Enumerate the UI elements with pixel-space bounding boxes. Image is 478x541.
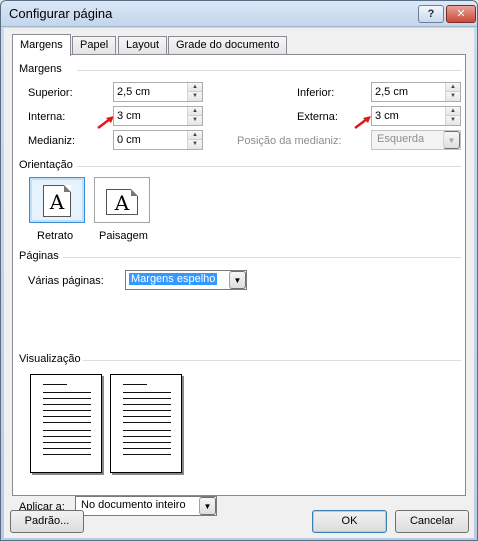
medianiz-value: 0 cm: [117, 134, 141, 146]
dialog-client: Margens Papel Layout Grade do documento …: [4, 28, 474, 538]
title-bar: Configurar página ? ✕: [1, 1, 477, 27]
chevron-down-icon: ▼: [443, 131, 460, 149]
externa-spin-arrows: ▲ ▼: [445, 107, 460, 125]
preview-page-right: [110, 374, 182, 473]
superior-value: 2,5 cm: [117, 86, 151, 98]
superior-spinner[interactable]: 2,5 cm ▲ ▼: [113, 82, 203, 102]
posicao-medianiz-select: Esquerda ▼: [371, 130, 461, 150]
apply-to-value: No documento inteiro: [81, 499, 186, 511]
spin-down-icon[interactable]: ▼: [446, 92, 460, 101]
inferior-value: 2,5 cm: [375, 86, 409, 98]
externa-label: Externa:: [297, 111, 338, 123]
inferior-spin-arrows: ▲ ▼: [445, 83, 460, 101]
close-button[interactable]: ✕: [446, 5, 476, 23]
tab-layout[interactable]: Layout: [118, 36, 168, 55]
interna-spin-arrows: ▲ ▼: [187, 107, 202, 125]
inferior-label: Inferior:: [297, 87, 335, 99]
red-arrow-icon: [354, 116, 371, 129]
portrait-button[interactable]: A: [29, 177, 85, 223]
interna-spinner[interactable]: 3 cm ▲ ▼: [113, 106, 203, 126]
window-title: Configurar página: [9, 6, 113, 21]
spin-down-icon[interactable]: ▼: [446, 116, 460, 125]
apply-to-select[interactable]: No documento inteiro ▼: [75, 496, 217, 516]
spin-up-icon[interactable]: ▲: [188, 107, 202, 116]
landscape-page-icon: A: [106, 189, 138, 215]
margins-group-label: Margens: [19, 63, 62, 75]
spin-down-icon[interactable]: ▼: [188, 92, 202, 101]
preview-divider: [83, 360, 461, 361]
spin-down-icon[interactable]: ▼: [188, 116, 202, 125]
medianiz-label: Medianiz:: [28, 135, 76, 147]
superior-label: Superior:: [28, 87, 73, 99]
chevron-down-icon[interactable]: ▼: [199, 497, 216, 515]
margins-divider: [77, 70, 461, 71]
preview-page-left: [30, 374, 102, 473]
medianiz-spinner[interactable]: 0 cm ▲ ▼: [113, 130, 203, 150]
orientation-divider: [77, 166, 461, 167]
help-button[interactable]: ?: [418, 5, 444, 23]
default-button[interactable]: Padrão...: [10, 510, 84, 533]
portrait-page-icon: A: [43, 185, 71, 217]
multiple-pages-select[interactable]: Margens espelho ▼: [125, 270, 247, 290]
interna-value: 3 cm: [117, 110, 141, 122]
ok-button[interactable]: OK: [312, 510, 387, 533]
multiple-pages-label: Várias páginas:: [28, 275, 104, 287]
spin-up-icon[interactable]: ▲: [446, 107, 460, 116]
tab-papel[interactable]: Papel: [72, 36, 117, 55]
interna-label: Interna:: [28, 111, 66, 123]
orientation-group-label: Orientação: [19, 159, 73, 171]
preview-group-label: Visualização: [19, 353, 81, 365]
tab-margens[interactable]: Margens: [12, 34, 71, 56]
externa-spinner[interactable]: 3 cm ▲ ▼: [371, 106, 461, 126]
externa-value: 3 cm: [375, 110, 399, 122]
superior-spin-arrows: ▲ ▼: [187, 83, 202, 101]
posicao-medianiz-value: Esquerda: [377, 133, 425, 145]
inferior-spinner[interactable]: 2,5 cm ▲ ▼: [371, 82, 461, 102]
tab-grade-do-documento[interactable]: Grade do documento: [168, 36, 288, 55]
landscape-button[interactable]: A: [94, 177, 150, 223]
posicao-medianiz-label: Posição da medianiz:: [237, 135, 342, 147]
medianiz-spin-arrows: ▲ ▼: [187, 131, 202, 149]
spin-up-icon[interactable]: ▲: [188, 83, 202, 92]
tab-panel-margens: Margens Superior: 2,5 cm ▲ ▼ Inferior: 2…: [12, 54, 466, 516]
page-setup-dialog: Configurar página ? ✕ Margens Papel Layo…: [0, 0, 478, 541]
spin-down-icon[interactable]: ▼: [188, 140, 202, 149]
landscape-label: Paisagem: [99, 230, 148, 242]
spin-up-icon[interactable]: ▲: [188, 131, 202, 140]
cancel-button[interactable]: Cancelar: [395, 510, 469, 533]
chevron-down-icon[interactable]: ▼: [229, 271, 246, 289]
pages-group-label: Páginas: [19, 250, 59, 262]
multiple-pages-value: Margens espelho: [129, 273, 218, 285]
portrait-label: Retrato: [37, 230, 74, 242]
pages-divider: [63, 257, 461, 258]
spin-up-icon[interactable]: ▲: [446, 83, 460, 92]
